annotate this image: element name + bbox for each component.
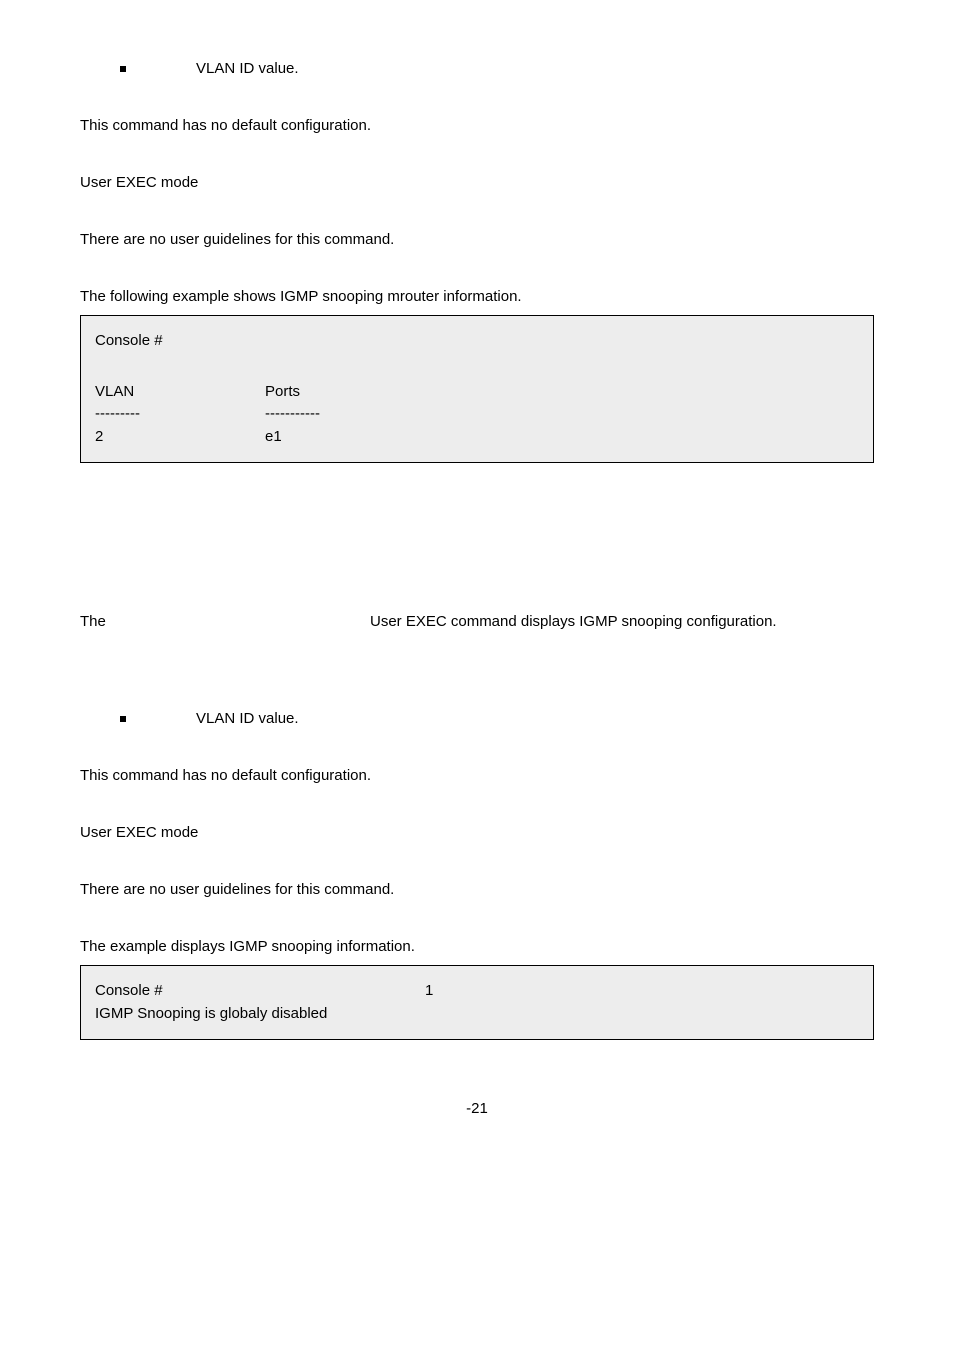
description-sentence: The User EXEC command displays IGMP snoo…: [80, 613, 874, 630]
code-divider-row: --------- -----------: [95, 403, 859, 426]
paragraph-default-config-2: This command has no default configuratio…: [80, 767, 874, 784]
paragraph-example-intro-1: The following example shows IGMP snoopin…: [80, 288, 874, 305]
bullet-icon: [120, 66, 126, 72]
console-prompt: Console #: [95, 980, 425, 1003]
sentence-rest: User EXEC command displays IGMP snooping…: [370, 613, 777, 630]
paragraph-example-intro-2: The example displays IGMP snooping infor…: [80, 938, 874, 955]
bullet-item-1: VLAN ID value.: [120, 60, 874, 77]
bullet-icon: [120, 716, 126, 722]
col-val-a: 2: [95, 426, 235, 449]
bullet-text: VLAN ID value.: [196, 710, 299, 727]
paragraph-guidelines-1: There are no user guidelines for this co…: [80, 231, 874, 248]
col-header-vlan: VLAN: [95, 381, 235, 404]
col-dash-b: -----------: [235, 403, 405, 426]
bullet-item-2: VLAN ID value.: [120, 710, 874, 727]
code-line-2: IGMP Snooping is globaly disabled: [95, 1003, 859, 1026]
paragraph-mode-1: User EXEC mode: [80, 174, 874, 191]
paragraph-default-config-1: This command has no default configuratio…: [80, 117, 874, 134]
col-val-b: e1: [235, 426, 405, 449]
col-header-ports: Ports: [235, 381, 405, 404]
code-line: Console #: [95, 330, 859, 353]
code-header-row: VLAN Ports: [95, 381, 859, 404]
code-block-2: Console # 1 IGMP Snooping is globaly dis…: [80, 965, 874, 1040]
paragraph-mode-2: User EXEC mode: [80, 824, 874, 841]
col-dash-a: ---------: [95, 403, 235, 426]
code-line-1: Console # 1: [95, 980, 859, 1003]
page-number: -21: [80, 1100, 874, 1117]
console-value: 1: [425, 980, 433, 1003]
code-data-row: 2 e1: [95, 426, 859, 449]
paragraph-guidelines-2: There are no user guidelines for this co…: [80, 881, 874, 898]
sentence-the: The: [80, 613, 370, 630]
bullet-text: VLAN ID value.: [196, 60, 299, 77]
code-block-1: Console # VLAN Ports --------- ---------…: [80, 315, 874, 463]
